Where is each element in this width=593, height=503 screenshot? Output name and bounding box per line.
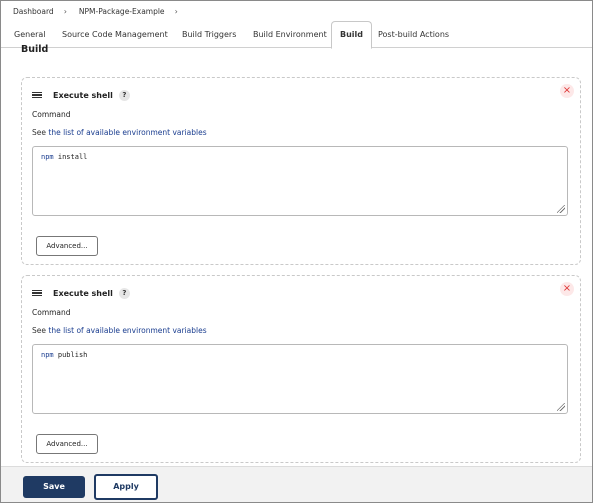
breadcrumb-dashboard[interactable]: Dashboard [13,7,54,16]
build-step-2: Execute shell ? × Command See the list o… [21,275,581,463]
tab-build-triggers[interactable]: Build Triggers [182,23,236,47]
breadcrumb-separator-icon: › [174,6,178,16]
command-keyword: npm [41,351,54,359]
drag-handle-icon[interactable] [32,289,42,297]
see-prefix: See [32,128,49,137]
resize-grip-icon[interactable] [557,403,565,411]
help-icon[interactable]: ? [118,89,130,101]
step-title: Execute shell [53,288,113,298]
step-header: Execute shell ? [32,88,130,102]
command-textarea[interactable]: npm publish [32,344,568,414]
apply-button[interactable]: Apply [94,474,158,500]
step-header: Execute shell ? [32,286,130,300]
build-step-1: Execute shell ? × Command See the list o… [21,77,581,265]
advanced-button[interactable]: Advanced... [36,236,98,256]
drag-handle-icon[interactable] [32,91,42,99]
command-textarea[interactable]: npm install [32,146,568,216]
help-icon[interactable]: ? [118,287,130,299]
advanced-button[interactable]: Advanced... [36,434,98,454]
close-icon[interactable]: × [560,84,574,98]
command-text: publish [53,351,88,359]
breadcrumb-project[interactable]: NPM-Package-Example [79,7,165,16]
env-vars-hint: See the list of available environment va… [32,326,207,335]
save-button[interactable]: Save [23,476,85,498]
command-text: install [53,153,88,161]
tab-post-build-actions[interactable]: Post-build Actions [378,23,449,47]
command-label: Command [32,110,71,119]
env-vars-link[interactable]: the list of available environment variab… [48,128,206,137]
command-label: Command [32,308,71,317]
section-title: Build [21,44,49,55]
see-prefix: See [32,326,49,335]
step-title: Execute shell [53,90,113,100]
env-vars-hint: See the list of available environment va… [32,128,207,137]
tab-source-code-management[interactable]: Source Code Management [62,23,168,47]
tab-build-environment[interactable]: Build Environment [253,23,327,47]
config-window: Dashboard › NPM-Package-Example › Genera… [0,0,593,503]
env-vars-link[interactable]: the list of available environment variab… [48,326,206,335]
config-tabs: General Source Code Management Build Tri… [1,21,592,49]
command-keyword: npm [41,153,54,161]
breadcrumb-separator-icon: › [63,6,67,16]
bottom-action-bar: Save Apply [1,466,592,502]
close-icon[interactable]: × [560,282,574,296]
resize-grip-icon[interactable] [557,205,565,213]
tab-build[interactable]: Build [331,21,373,49]
breadcrumb: Dashboard › NPM-Package-Example › [1,1,592,21]
